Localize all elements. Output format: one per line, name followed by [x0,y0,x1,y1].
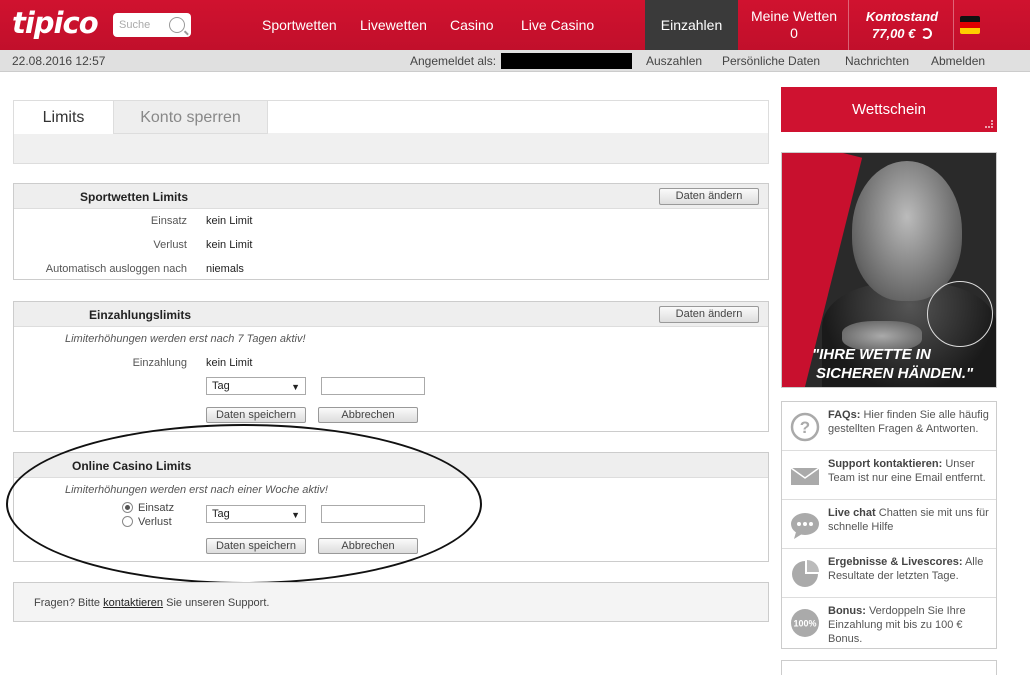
search-input[interactable] [119,16,167,34]
online-casino-limits-panel: Online Casino Limits Limiterhöhungen wer… [13,452,769,562]
help-item-live-chat[interactable]: Live chat Chatten sie mit uns für schnel… [782,500,996,549]
account-subbar: 22.08.2016 12:57 Angemeldet als: Auszahl… [0,50,1030,72]
abbrechen-button[interactable]: Abbrechen [318,538,418,554]
kontostand-value: 77,00 € [872,26,916,41]
radio-einsatz[interactable]: Einsatz [122,502,174,514]
radio-checked-icon[interactable] [122,502,133,513]
logged-in-as-label: Angemeldet als: [410,54,497,68]
svg-text:?: ? [800,418,810,437]
redacted-username [501,53,632,69]
sidebar-bottom-box [781,660,997,675]
help-item-faqs[interactable]: ? FAQs: Hier finden Sie alle häufig gest… [782,402,996,451]
daten-speichern-button[interactable]: Daten speichern [206,538,306,554]
question-icon: ? [790,412,820,442]
panel-header: Sportwetten Limits Daten ändern [14,184,768,209]
kontostand-label: Kontostand [865,9,939,24]
persoenliche-daten-link[interactable]: Persönliche Daten [722,54,820,68]
panel-header: Einzahlungslimits Daten ändern [14,302,768,327]
promo-banner[interactable]: "IHRE WETTE IN SICHEREN HÄNDEN." [781,152,997,388]
bonus-badge: 100% [793,619,816,629]
refresh-icon[interactable] [921,28,932,39]
top-navbar: tipico Sportwetten Livewetten Casino Liv… [0,0,1030,50]
search-icon[interactable] [169,17,185,33]
abbrechen-button[interactable]: Abbrechen [318,407,418,423]
einzahlen-button[interactable]: Einzahlen [645,0,738,50]
wettschein-button[interactable]: Wettschein [781,87,997,132]
einzahlung-value: kein Limit [206,357,253,369]
panel-title: Einzahlungslimits [89,308,192,322]
einsatz-value: kein Limit [206,215,253,227]
chat-icon [791,513,819,539]
tipico-logo[interactable]: tipico [12,6,99,40]
amount-input[interactable] [321,377,425,395]
panel-title: Sportwetten Limits [80,190,189,204]
panel-title: Online Casino Limits [72,459,192,473]
nachrichten-link[interactable]: Nachrichten [845,54,909,68]
daten-aendern-button[interactable]: Daten ändern [659,188,759,205]
verlust-label: Verlust [153,239,187,251]
sportwetten-limits-panel: Sportwetten Limits Daten ändern Einsatz … [13,183,769,280]
resize-grip-icon [985,120,993,128]
amount-input[interactable] [321,505,425,523]
einsatz-label: Einsatz [150,215,187,227]
period-select[interactable]: Tag ▼ [206,377,306,395]
bonus-icon: 100% [791,609,819,637]
mail-icon [790,467,820,485]
nav-divider [848,0,849,50]
help-box: ? FAQs: Hier finden Sie alle häufig gest… [781,401,997,649]
panel-header: Online Casino Limits [14,453,768,478]
daten-speichern-button[interactable]: Daten speichern [206,407,306,423]
verlust-value: kein Limit [206,239,253,251]
tabs: Limits Konto sperren [13,100,769,164]
einzahlungslimits-panel: Einzahlungslimits Daten ändern Limiterhö… [13,301,769,432]
meine-wetten-count: 0 [790,25,798,41]
abmelden-link[interactable]: Abmelden [931,54,985,68]
help-item-support[interactable]: Support kontaktieren: Unser Team ist nur… [782,451,996,500]
meine-wetten-button[interactable]: Meine Wetten 0 [741,8,847,42]
promo-face [852,161,962,301]
pie-icon [792,560,819,587]
nav-casino[interactable]: Casino [450,17,494,33]
promo-slogan: "IHRE WETTE IN SICHEREN HÄNDEN." [812,346,974,382]
dropdown-arrow-icon: ▼ [291,510,300,520]
limit-note: Limiterhöhungen werden erst nach einer W… [65,484,328,496]
nav-livewetten[interactable]: Livewetten [360,17,427,33]
nav-live-casino[interactable]: Live Casino [521,17,594,33]
period-select[interactable]: Tag ▼ [206,505,306,523]
help-item-bonus[interactable]: 100% Bonus: Verdoppeln Sie Ihre Einzahlu… [782,598,996,647]
radio-verlust[interactable]: Verlust [122,516,172,528]
tab-limits[interactable]: Limits [14,101,114,134]
german-flag-icon[interactable] [960,16,980,34]
dropdown-arrow-icon: ▼ [291,382,300,392]
signature-seal-icon [927,281,993,347]
help-item-ergebnisse[interactable]: Ergebnisse & Livescores: Alle Resultate … [782,549,996,598]
auszahlen-link[interactable]: Auszahlen [646,54,702,68]
auto-logout-value: niemals [206,263,244,275]
einzahlung-label: Einzahlung [132,357,187,369]
tab-konto-sperren[interactable]: Konto sperren [114,101,268,134]
kontostand[interactable]: Kontostand 77,00 € [852,8,952,42]
support-footer: Fragen? Bitte kontaktieren Sie unseren S… [13,582,769,622]
datetime: 22.08.2016 12:57 [12,54,106,68]
auto-logout-label: Automatisch ausloggen nach [45,263,187,275]
search-box[interactable] [113,13,191,37]
limit-note: Limiterhöhungen werden erst nach 7 Tagen… [65,333,306,345]
kontaktieren-link[interactable]: kontaktieren [103,597,163,609]
meine-wetten-label: Meine Wetten [750,8,838,24]
nav-divider [953,0,954,50]
daten-aendern-button[interactable]: Daten ändern [659,306,759,323]
nav-sportwetten[interactable]: Sportwetten [262,17,337,33]
radio-unchecked-icon[interactable] [122,516,133,527]
